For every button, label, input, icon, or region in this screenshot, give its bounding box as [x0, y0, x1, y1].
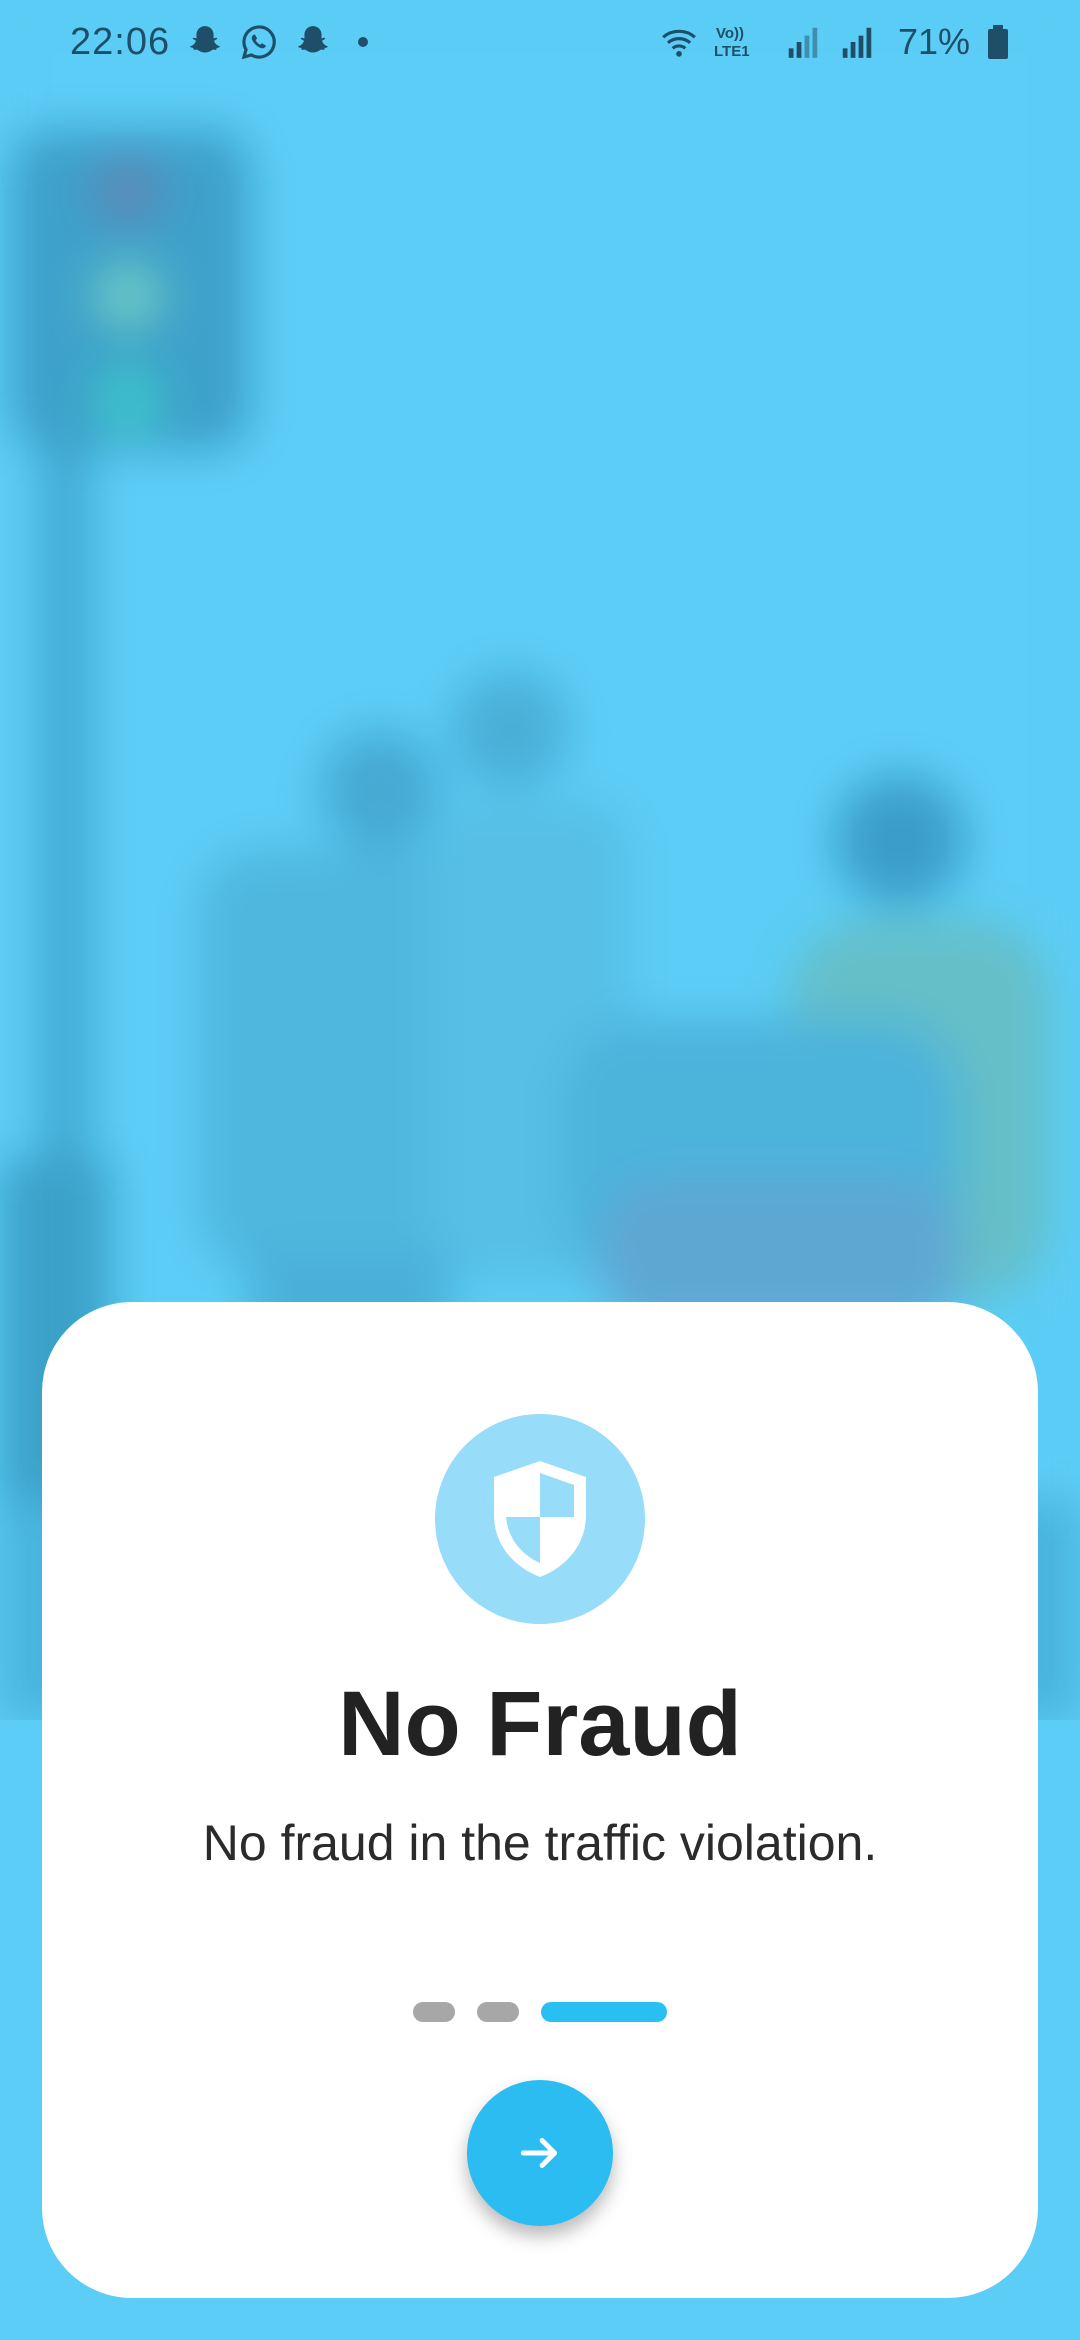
- status-left: 22:06: [70, 20, 369, 64]
- shield-icon: [494, 1461, 586, 1577]
- snapchat-icon: [298, 26, 328, 53]
- next-button[interactable]: [467, 2080, 613, 2226]
- signal-icon: [842, 27, 872, 58]
- volte-lte-icon: Vo)) LTE1: [714, 25, 750, 60]
- battery-icon: [988, 25, 1008, 59]
- status-right: Vo)) LTE1 71%: [660, 21, 1010, 63]
- page-indicator-dot: [477, 2002, 519, 2022]
- dot-icon: [358, 37, 369, 47]
- page-indicator: [42, 2002, 1038, 2022]
- shield-icon-container: [435, 1414, 645, 1624]
- arrow-right-icon: [520, 2138, 558, 2168]
- whatsapp-icon: [241, 25, 276, 60]
- page-indicator-dot-active: [541, 2002, 667, 2022]
- signal-icon: [788, 27, 818, 58]
- battery-percent: 71%: [897, 21, 970, 62]
- status-time: 22:06: [70, 20, 171, 63]
- svg-text:LTE1: LTE1: [714, 43, 750, 60]
- onboarding-title: No Fraud: [338, 1673, 742, 1775]
- svg-text:Vo)): Vo)): [716, 25, 744, 42]
- page-indicator-dot: [413, 2002, 455, 2022]
- snapchat-icon: [190, 26, 220, 53]
- onboarding-subtitle: No fraud in the traffic violation.: [202, 1815, 878, 1871]
- wifi-icon: [662, 29, 696, 57]
- traffic-light-pole: [40, 380, 90, 1200]
- onboarding-card: No Fraud No fraud in the traffic violati…: [42, 1302, 1038, 2298]
- status-bar: 22:06 Vo)) LTE1 71%: [0, 0, 1080, 84]
